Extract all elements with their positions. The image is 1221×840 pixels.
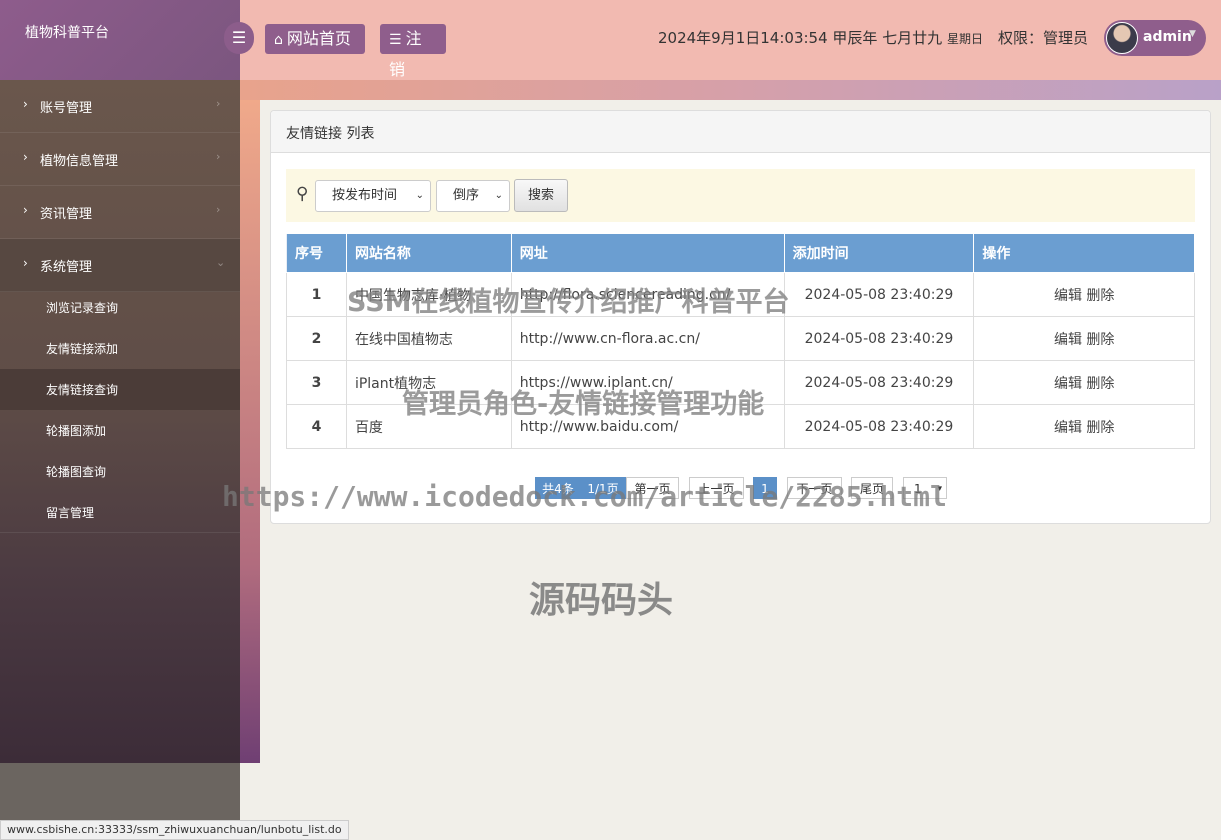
- cell-actions: 编辑 删除: [973, 360, 1195, 405]
- chevron-right-icon: ›: [216, 150, 221, 163]
- watermark-brand: 源码码头: [529, 580, 674, 621]
- logout-button[interactable]: ☰ 注销: [380, 24, 446, 79]
- chevron-right-icon: ›: [216, 203, 221, 216]
- cell-time: 2024-05-08 23:40:29: [783, 272, 975, 317]
- sidebar-subitem-link-query[interactable]: 友情链接查询: [0, 369, 240, 410]
- edit-link[interactable]: 编辑: [1054, 420, 1082, 436]
- caret-down-icon: ▼: [1189, 29, 1196, 39]
- edit-link[interactable]: 编辑: [1054, 332, 1082, 348]
- menu-toggle-button[interactable]: ☰: [224, 22, 254, 54]
- search-button[interactable]: 搜索: [514, 179, 568, 212]
- watermark-subtitle: 管理员角色-友情链接管理功能: [402, 389, 765, 420]
- sidebar-subitem-carousel-query[interactable]: 轮播图查询: [0, 451, 240, 492]
- chevron-right-icon: ›: [23, 256, 28, 270]
- sidebar-subitem-carousel-add[interactable]: 轮播图添加: [0, 410, 240, 451]
- cell-actions: 编辑 删除: [973, 272, 1195, 317]
- chevron-right-icon: ›: [216, 97, 221, 110]
- cell-actions: 编辑 删除: [973, 316, 1195, 361]
- cell-no: 1: [286, 272, 347, 317]
- user-menu[interactable]: admin ▼: [1104, 20, 1206, 56]
- cell-time: 2024-05-08 23:40:29: [783, 404, 975, 449]
- cell-time: 2024-05-08 23:40:29: [783, 316, 975, 361]
- cell-time: 2024-05-08 23:40:29: [783, 360, 975, 405]
- panel-title: 友情链接 列表: [271, 111, 1210, 153]
- col-header-name: 网站名称: [345, 233, 512, 273]
- sidebar-subitem-link-add[interactable]: 友情链接添加: [0, 328, 240, 369]
- search-icon: ⚲: [296, 184, 309, 204]
- cell-no: 4: [286, 404, 347, 449]
- delete-link[interactable]: 删除: [1086, 332, 1114, 348]
- delete-link[interactable]: 删除: [1086, 420, 1114, 436]
- sidebar-item-system[interactable]: › 系统管理 ⌄: [0, 239, 240, 292]
- col-header-actions: 操作: [973, 233, 1195, 273]
- hamburger-icon: ☰: [231, 28, 247, 47]
- cell-actions: 编辑 删除: [973, 404, 1195, 449]
- chevron-right-icon: ›: [23, 203, 28, 217]
- watermark-url: https://www.icodedock.com/article/2285.h…: [222, 480, 947, 513]
- cell-url: http://www.cn-flora.ac.cn/: [510, 316, 785, 361]
- edit-link[interactable]: 编辑: [1054, 288, 1082, 304]
- delete-link[interactable]: 删除: [1086, 288, 1114, 304]
- col-header-no: 序号: [286, 233, 347, 273]
- sidebar-edge: [240, 100, 260, 763]
- sidebar-item-plants[interactable]: › 植物信息管理 ›: [0, 133, 240, 186]
- avatar: [1106, 22, 1138, 54]
- table-header-row: 序号 网站名称 网址 添加时间 操作: [286, 233, 1195, 273]
- sort-field-select[interactable]: 按发布时间 ⌄: [315, 180, 431, 212]
- delete-link[interactable]: 删除: [1086, 376, 1114, 392]
- header-stripe: [240, 80, 1221, 100]
- col-header-time: 添加时间: [783, 233, 975, 273]
- weekday: 星期日: [946, 32, 983, 46]
- sidebar-subitem-messages[interactable]: 留言管理: [0, 492, 240, 533]
- browser-status-url: www.csbishe.cn:33333/ssm_zhiwuxuanchuan/…: [0, 820, 349, 840]
- home-button[interactable]: ⌂ 网站首页: [265, 24, 365, 54]
- sidebar-item-accounts[interactable]: › 账号管理 ›: [0, 80, 240, 133]
- username: admin: [1143, 29, 1192, 45]
- home-icon: ⌂: [274, 32, 283, 48]
- search-bar: ⚲ 按发布时间 ⌄ 倒序 ⌄ 搜索: [286, 169, 1195, 222]
- list-icon: ☰: [389, 32, 402, 48]
- chevron-down-icon: ⌄: [415, 190, 424, 201]
- col-header-url: 网址: [510, 233, 785, 273]
- sidebar-item-news[interactable]: › 资讯管理 ›: [0, 186, 240, 239]
- chevron-right-icon: ›: [23, 97, 28, 111]
- watermark-title: SSM在线植物宣传介绍推广科普平台: [347, 287, 790, 318]
- sidebar-subitem-browse-history[interactable]: 浏览记录查询: [0, 287, 240, 328]
- chevron-down-icon: ⌄: [494, 190, 503, 201]
- cell-no: 2: [286, 316, 347, 361]
- chevron-down-icon: ⌄: [216, 256, 226, 269]
- sort-order-select[interactable]: 倒序 ⌄: [436, 180, 510, 212]
- sidebar: › 账号管理 › › 植物信息管理 › › 资讯管理 › › 系统管理 ⌄ 浏览…: [0, 80, 240, 763]
- role-label: 权限：管理员: [998, 29, 1089, 47]
- cell-no: 3: [286, 360, 347, 405]
- cell-name: 在线中国植物志: [345, 316, 512, 361]
- edit-link[interactable]: 编辑: [1054, 376, 1082, 392]
- chevron-right-icon: ›: [23, 150, 28, 164]
- table-row: 2 在线中国植物志 http://www.cn-flora.ac.cn/ 202…: [286, 316, 1195, 361]
- datetime-display: 2024年9月1日14:03:54 甲辰年 七月廿九 星期日: [658, 29, 983, 47]
- app-title: 植物科普平台: [0, 0, 240, 80]
